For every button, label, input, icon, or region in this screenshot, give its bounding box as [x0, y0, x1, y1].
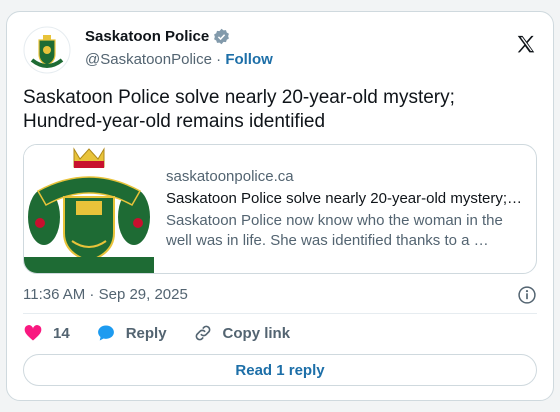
- link-title: Saskatoon Police solve nearly 20-year-ol…: [166, 190, 522, 207]
- x-logo-icon[interactable]: [515, 34, 537, 56]
- link-icon: [195, 325, 210, 341]
- tweet-header: Saskatoon Police @SaskatoonPolice · Foll…: [23, 26, 537, 78]
- verified-badge-icon: [214, 28, 230, 45]
- tweet-card: Saskatoon Police @SaskatoonPolice · Foll…: [6, 11, 554, 401]
- avatar[interactable]: [23, 26, 71, 74]
- author-handle[interactable]: @SaskatoonPolice: [85, 51, 212, 68]
- copy-link-label: Copy link: [222, 324, 291, 342]
- divider: [23, 313, 537, 314]
- info-icon[interactable]: [517, 285, 537, 305]
- handle-separator: ·: [216, 51, 222, 68]
- link-domain: saskatoonpolice.ca: [166, 168, 294, 185]
- reply-bubble-icon: [97, 325, 114, 341]
- link-description: Saskatoon Police now know who the woman …: [166, 212, 503, 249]
- tweet-text: Saskatoon Police solve nearly 20-year-ol…: [23, 87, 455, 132]
- reply-button[interactable]: Reply: [96, 323, 167, 343]
- read-replies-label: Read 1 reply: [235, 361, 325, 379]
- reply-label: Reply: [125, 324, 167, 342]
- author-name-text[interactable]: Saskatoon Police: [85, 28, 209, 45]
- like-button[interactable]: 14: [23, 323, 70, 343]
- read-replies-button[interactable]: Read 1 reply: [23, 354, 537, 386]
- link-thumbnail: [24, 145, 154, 273]
- like-count: 14: [53, 324, 70, 342]
- author-name[interactable]: Saskatoon Police: [85, 28, 230, 45]
- copy-link-button[interactable]: Copy link: [193, 323, 291, 343]
- timestamp-row: 11:36 AM · Sep 29, 2025: [23, 284, 537, 306]
- heart-icon: [24, 325, 42, 341]
- link-preview-body: saskatoonpolice.ca Saskatoon Police solv…: [166, 167, 524, 251]
- follow-button[interactable]: Follow: [225, 51, 273, 68]
- tweet-timestamp[interactable]: 11:36 AM · Sep 29, 2025: [23, 286, 188, 303]
- action-bar: 14 Reply Copy link: [23, 322, 316, 344]
- handle-row: @SaskatoonPolice · Follow: [85, 51, 273, 68]
- link-preview-card[interactable]: saskatoonpolice.ca Saskatoon Police solv…: [23, 144, 537, 274]
